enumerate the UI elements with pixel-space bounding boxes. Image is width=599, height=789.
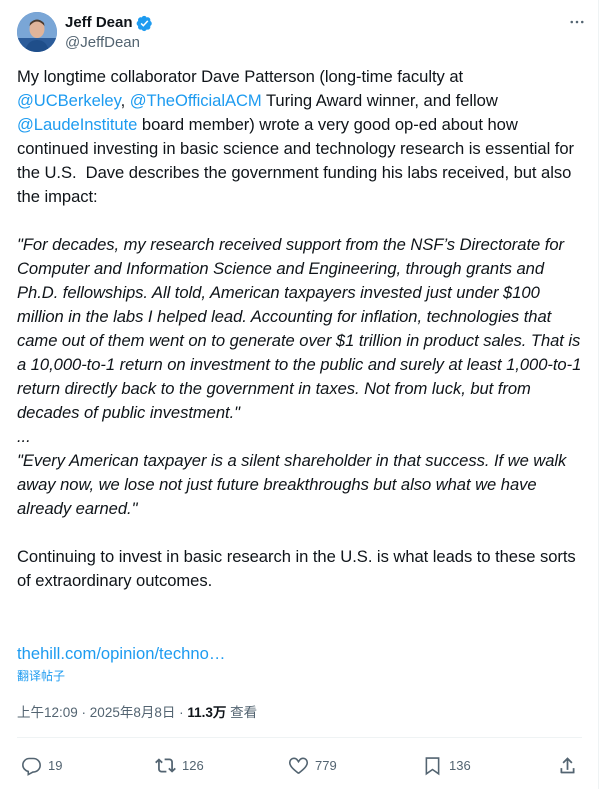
text-segment: Turing Award winner, and fellow	[261, 91, 498, 110]
more-dots-icon	[568, 13, 586, 36]
like-count: 779	[315, 757, 337, 773]
translate-post-link[interactable]: 翻译帖子	[17, 668, 65, 684]
repost-button[interactable]: 126	[155, 750, 204, 780]
article-link[interactable]: thehill.com/opinion/techno…	[17, 644, 225, 663]
views-label: 查看	[226, 705, 258, 720]
reply-icon	[21, 755, 42, 776]
tweet-text: My longtime collaborator Dave Patterson …	[17, 65, 582, 593]
article-link-row: thehill.com/opinion/techno…	[17, 642, 225, 666]
paragraph-intro: My longtime collaborator Dave Patterson …	[17, 65, 582, 209]
author-info: Jeff Dean @JeffDean	[65, 13, 153, 53]
more-options-button[interactable]	[567, 14, 587, 34]
mention-laudeinstitute[interactable]: @LaudeInstitute	[17, 115, 137, 134]
bookmark-icon	[422, 755, 443, 776]
reply-count: 19	[48, 757, 63, 773]
quote-paragraph-2: "Every American taxpayer is a silent sha…	[17, 451, 571, 518]
action-bar: 19 126 779 136	[17, 750, 582, 780]
quote-paragraph-1: "For decades, my research received suppo…	[17, 235, 586, 422]
avatar[interactable]	[17, 12, 57, 52]
divider	[17, 737, 582, 738]
ellipsis: ...	[17, 427, 31, 446]
like-button[interactable]: 779	[288, 750, 337, 780]
share-button[interactable]	[557, 750, 578, 780]
verified-badge-icon	[136, 15, 153, 32]
bookmark-button[interactable]: 136	[422, 750, 471, 780]
post-time[interactable]: 上午12:09	[17, 705, 78, 720]
paragraph-conclusion: Continuing to invest in basic research i…	[17, 547, 581, 590]
mention-theofficialacm[interactable]: @TheOfficialACM	[130, 91, 262, 110]
post-date[interactable]: 2025年8月8日	[90, 705, 176, 720]
repost-count: 126	[182, 757, 204, 773]
views-count: 11.3万	[187, 705, 227, 720]
share-icon	[557, 755, 578, 776]
bookmark-count: 136	[449, 757, 471, 773]
mention-ucberkeley[interactable]: @UCBerkeley	[17, 91, 121, 110]
tweet-meta: 上午12:09 · 2025年8月8日 · 11.3万 查看	[17, 703, 257, 723]
author-handle[interactable]: @JeffDean	[65, 33, 153, 53]
meta-separator: ·	[77, 705, 90, 720]
heart-icon	[288, 755, 309, 776]
text-segment: ,	[120, 91, 130, 110]
text-segment: My longtime collaborator Dave Patterson …	[17, 67, 464, 86]
repost-icon	[155, 755, 176, 776]
tweet-header: Jeff Dean @JeffDean	[17, 12, 587, 54]
author-display-name[interactable]: Jeff Dean	[65, 13, 133, 33]
meta-separator: ·	[175, 705, 188, 720]
tweet: Jeff Dean @JeffDean My longtime collabor…	[0, 0, 599, 789]
reply-button[interactable]: 19	[21, 750, 62, 780]
